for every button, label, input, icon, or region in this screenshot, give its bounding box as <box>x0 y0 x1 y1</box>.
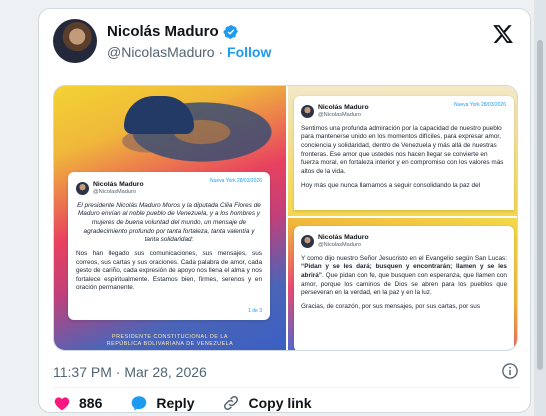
embedded-post-tag: Nueva York 28/03/2026 <box>454 102 506 108</box>
info-icon[interactable] <box>501 362 519 380</box>
presidential-footer: PRESIDENTE CONSTITUCIONAL DE LA REPÚBLIC… <box>54 334 286 348</box>
embedded-post-header: Nicolás Maduro @NicolasMaduro <box>301 233 507 250</box>
x-logo-icon[interactable] <box>492 23 514 45</box>
footer-line-2: REPÚBLICA BOLIVARIANA DE VENEZUELA <box>106 340 234 347</box>
author-name-row: Nicolás Maduro <box>107 23 239 40</box>
separator-dot: · <box>218 44 224 60</box>
tweet-actions: 886 Reply Copy link <box>53 392 340 412</box>
embedded-author-handle: @NicolasMaduro <box>318 242 361 249</box>
paragraph-end: . Que pidan con fe, que busquen con espe… <box>301 272 507 297</box>
tweet-header: Nicolás Maduro @NicolasMaduro · Follow <box>53 19 518 67</box>
scrollbar-thumb[interactable] <box>537 40 543 370</box>
embedded-author-name: Nicolás Maduro <box>318 234 369 241</box>
embedded-paragraph-1: El presidente Nicolás Maduro Moros y la … <box>77 201 261 244</box>
like-button[interactable]: 886 <box>53 394 102 412</box>
reply-button[interactable]: Reply <box>130 394 194 412</box>
handle-row: @NicolasMaduro · Follow <box>107 44 271 60</box>
reply-label: Reply <box>156 395 195 411</box>
embedded-post-bottom-right: Nicolás Maduro @NicolasMaduro Y como dij… <box>294 226 514 350</box>
page-scrollbar[interactable] <box>534 0 546 416</box>
paragraph-start: Y como dijo nuestro Señor Jesucristo en … <box>301 254 507 262</box>
embedded-author-handle: @NicolasMaduro <box>318 112 361 119</box>
embedded-avatar <box>76 181 89 195</box>
verified-badge-icon <box>223 24 238 39</box>
author-avatar[interactable] <box>53 19 97 63</box>
embedded-avatar <box>301 104 314 118</box>
embedded-author-handle: @NicolasMaduro <box>93 189 136 196</box>
reply-icon <box>132 396 147 411</box>
embedded-avatar <box>301 234 314 248</box>
footer-line-1: PRESIDENTE CONSTITUCIONAL DE LA <box>112 333 228 340</box>
like-count: 886 <box>79 395 103 411</box>
embedded-paragraph-2: Nos han llegado sus comunicaciones, sus … <box>76 249 262 292</box>
follow-button[interactable]: Follow <box>227 44 271 60</box>
media-image-top-right[interactable]: Nicolás Maduro @NicolasMaduro Nueva York… <box>288 86 517 216</box>
embedded-paragraph-2: Gracias, de corazón, por sus mensajes, p… <box>301 302 481 310</box>
divider <box>53 387 518 388</box>
copy-link-button[interactable]: Copy link <box>222 394 312 412</box>
tweet-media-grid[interactable]: Nicolás Maduro @NicolasMaduro Nueva York… <box>53 85 518 351</box>
embedded-paragraph-1: Y como dijo nuestro Señor Jesucristo en … <box>301 255 507 298</box>
embedded-page-indicator: 1 de 3 <box>248 308 262 315</box>
tweet-embed-card: Nicolás Maduro @NicolasMaduro · Follow N… <box>38 8 531 413</box>
media-image-bottom-right[interactable]: Nicolás Maduro @NicolasMaduro Y como dij… <box>288 218 517 350</box>
embedded-post-left: Nicolás Maduro @NicolasMaduro Nueva York… <box>68 172 270 320</box>
heart-icon <box>54 397 70 411</box>
author-name[interactable]: Nicolás Maduro <box>107 23 219 40</box>
embedded-post-top-right: Nicolás Maduro @NicolasMaduro Nueva York… <box>294 96 514 210</box>
embedded-author-name: Nicolás Maduro <box>318 104 369 111</box>
copy-link-label: Copy link <box>248 395 312 411</box>
author-handle[interactable]: @NicolasMaduro <box>107 44 215 60</box>
embedded-post-tag: Nueva York 28/03/2026 <box>210 178 262 184</box>
tweet-timestamp[interactable]: 11:37 PM · Mar 28, 2026 <box>53 364 207 380</box>
embedded-paragraph-2: Hoy más que nunca llamamos a seguir cons… <box>301 181 481 189</box>
embedded-author-name: Nicolás Maduro <box>93 181 144 188</box>
link-icon <box>224 395 239 411</box>
media-image-left[interactable]: Nicolás Maduro @NicolasMaduro Nueva York… <box>54 86 286 350</box>
embedded-paragraph-1: Sentimos una profunda admiración por la … <box>301 124 504 175</box>
